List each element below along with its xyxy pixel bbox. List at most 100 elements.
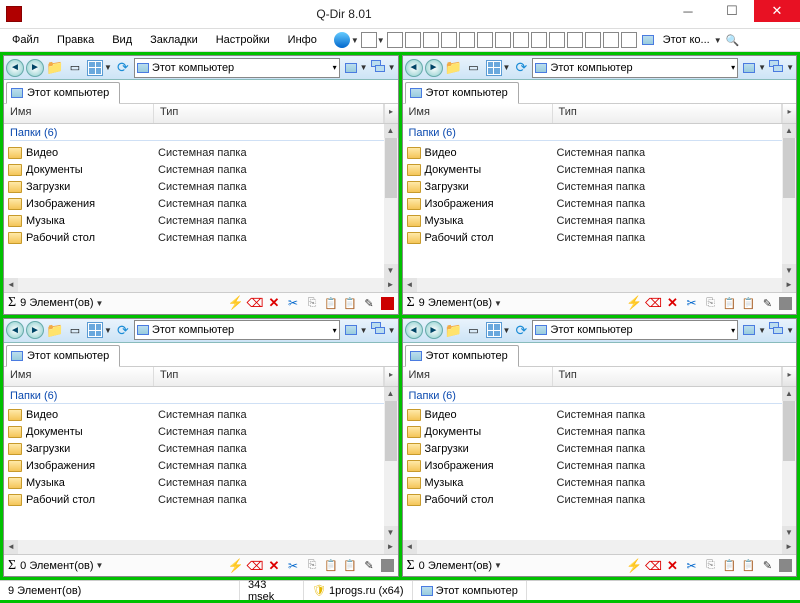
up-button[interactable]: 📁 <box>46 59 64 77</box>
col-scroll[interactable]: ▸ <box>782 104 796 123</box>
record-icon[interactable] <box>381 297 394 310</box>
list-item[interactable]: МузыкаСистемная папка <box>4 212 398 229</box>
forward-button[interactable]: ► <box>425 321 443 339</box>
scrollbar-horizontal[interactable]: ◄► <box>4 540 398 554</box>
col-name[interactable]: Имя <box>403 367 553 386</box>
col-type[interactable]: Тип <box>553 367 783 386</box>
edit-icon[interactable]: ✎ <box>362 296 377 311</box>
group-header[interactable]: Папки (6) <box>403 387 797 407</box>
remove-icon[interactable]: ✕ <box>267 558 282 573</box>
group-header[interactable]: Папки (6) <box>403 124 797 144</box>
menu-bookmarks[interactable]: Закладки <box>142 32 206 48</box>
layout-6-button[interactable] <box>477 32 493 48</box>
list-item[interactable]: ИзображенияСистемная папка <box>403 195 797 212</box>
layout-11-button[interactable] <box>567 32 583 48</box>
col-name[interactable]: Имя <box>4 104 154 123</box>
layout-14-button[interactable] <box>621 32 637 48</box>
cut-icon[interactable]: ✂ <box>286 296 301 311</box>
tab-active[interactable]: Этот компьютер <box>405 82 519 104</box>
layout-7-button[interactable] <box>495 32 511 48</box>
magnifier-icon[interactable]: 🔍 <box>724 31 742 49</box>
remove-icon[interactable]: ✕ <box>267 296 282 311</box>
paste-icon[interactable]: 📋 <box>324 296 339 311</box>
scrollbar-horizontal[interactable]: ◄► <box>403 278 797 292</box>
edit-icon[interactable]: ✎ <box>362 558 377 573</box>
explorer-button[interactable]: ▭ <box>66 59 84 77</box>
layout-3-button[interactable] <box>423 32 439 48</box>
filter-icon[interactable]: ⚡ <box>229 296 244 311</box>
col-scroll[interactable]: ▸ <box>384 367 398 386</box>
layout-2-button[interactable] <box>405 32 421 48</box>
list-item[interactable]: Рабочий столСистемная папка <box>403 492 797 509</box>
delete-icon[interactable]: ⌫ <box>646 558 661 573</box>
layout-10-button[interactable] <box>549 32 565 48</box>
computer-view-button[interactable] <box>740 59 758 77</box>
back-button[interactable]: ◄ <box>405 321 423 339</box>
col-type[interactable]: Тип <box>154 367 384 386</box>
refresh-button[interactable]: ⟳ <box>512 59 530 77</box>
forward-button[interactable]: ► <box>26 59 44 77</box>
col-type[interactable]: Тип <box>553 104 783 123</box>
list-item[interactable]: ВидеоСистемная папка <box>4 144 398 161</box>
network-view-button[interactable] <box>768 59 786 77</box>
refresh-button[interactable]: ⟳ <box>114 59 132 77</box>
view-button[interactable] <box>485 321 503 339</box>
address-bar[interactable]: Этот компьютер▾ <box>532 58 738 78</box>
remove-icon[interactable]: ✕ <box>665 558 680 573</box>
cut-icon[interactable]: ✂ <box>286 558 301 573</box>
copy-icon[interactable]: ⎘ <box>305 296 320 311</box>
scrollbar-vertical[interactable]: ▲▼ <box>384 387 398 541</box>
list-item[interactable]: ДокументыСистемная папка <box>4 161 398 178</box>
list-item[interactable]: ДокументыСистемная папка <box>4 424 398 441</box>
col-name[interactable]: Имя <box>403 104 553 123</box>
scrollbar-horizontal[interactable]: ◄► <box>4 278 398 292</box>
cut-icon[interactable]: ✂ <box>684 558 699 573</box>
copy-icon[interactable]: ⎘ <box>703 296 718 311</box>
grid-icon[interactable] <box>779 559 792 572</box>
back-button[interactable]: ◄ <box>6 59 24 77</box>
scrollbar-horizontal[interactable]: ◄► <box>403 540 797 554</box>
computer-view-button[interactable] <box>740 321 758 339</box>
list-item[interactable]: МузыкаСистемная папка <box>4 475 398 492</box>
grid-icon[interactable] <box>381 559 394 572</box>
edit-icon[interactable]: ✎ <box>760 558 775 573</box>
list-item[interactable]: МузыкаСистемная папка <box>403 212 797 229</box>
delete-icon[interactable]: ⌫ <box>248 558 263 573</box>
remove-icon[interactable]: ✕ <box>665 296 680 311</box>
list-item[interactable]: ЗагрузкиСистемная папка <box>403 441 797 458</box>
paste2-icon[interactable]: 📋 <box>343 296 358 311</box>
grid-icon[interactable] <box>779 297 792 310</box>
col-scroll[interactable]: ▸ <box>782 367 796 386</box>
minimize-button[interactable]: ─ <box>666 0 710 22</box>
delete-icon[interactable]: ⌫ <box>646 296 661 311</box>
layout-button[interactable] <box>361 32 377 48</box>
copy-icon[interactable]: ⎘ <box>305 558 320 573</box>
delete-icon[interactable]: ⌫ <box>248 296 263 311</box>
address-bar[interactable]: Этот компьютер▾ <box>134 320 340 340</box>
list-item[interactable]: ДокументыСистемная папка <box>403 424 797 441</box>
paste2-icon[interactable]: 📋 <box>343 558 358 573</box>
copy-icon[interactable]: ⎘ <box>703 558 718 573</box>
view-button[interactable] <box>485 59 503 77</box>
list-item[interactable]: МузыкаСистемная папка <box>403 475 797 492</box>
list-item[interactable]: ИзображенияСистемная папка <box>4 195 398 212</box>
menu-file[interactable]: Файл <box>4 32 47 48</box>
list-item[interactable]: ИзображенияСистемная папка <box>403 458 797 475</box>
back-button[interactable]: ◄ <box>405 59 423 77</box>
up-button[interactable]: 📁 <box>46 321 64 339</box>
explorer-button[interactable]: ▭ <box>66 321 84 339</box>
computer-view-button[interactable] <box>342 321 360 339</box>
menu-edit[interactable]: Правка <box>49 32 102 48</box>
list-item[interactable]: ДокументыСистемная папка <box>403 161 797 178</box>
forward-button[interactable]: ► <box>425 59 443 77</box>
up-button[interactable]: 📁 <box>445 59 463 77</box>
list-item[interactable]: ЗагрузкиСистемная папка <box>4 178 398 195</box>
paste2-icon[interactable]: 📋 <box>741 558 756 573</box>
top-breadcrumb[interactable]: Этот ко... <box>659 33 714 47</box>
list-item[interactable]: ВидеоСистемная папка <box>4 407 398 424</box>
globe-icon[interactable] <box>333 31 351 49</box>
tab-active[interactable]: Этот компьютер <box>405 345 519 367</box>
filter-icon[interactable]: ⚡ <box>627 296 642 311</box>
edit-icon[interactable]: ✎ <box>760 296 775 311</box>
back-button[interactable]: ◄ <box>6 321 24 339</box>
